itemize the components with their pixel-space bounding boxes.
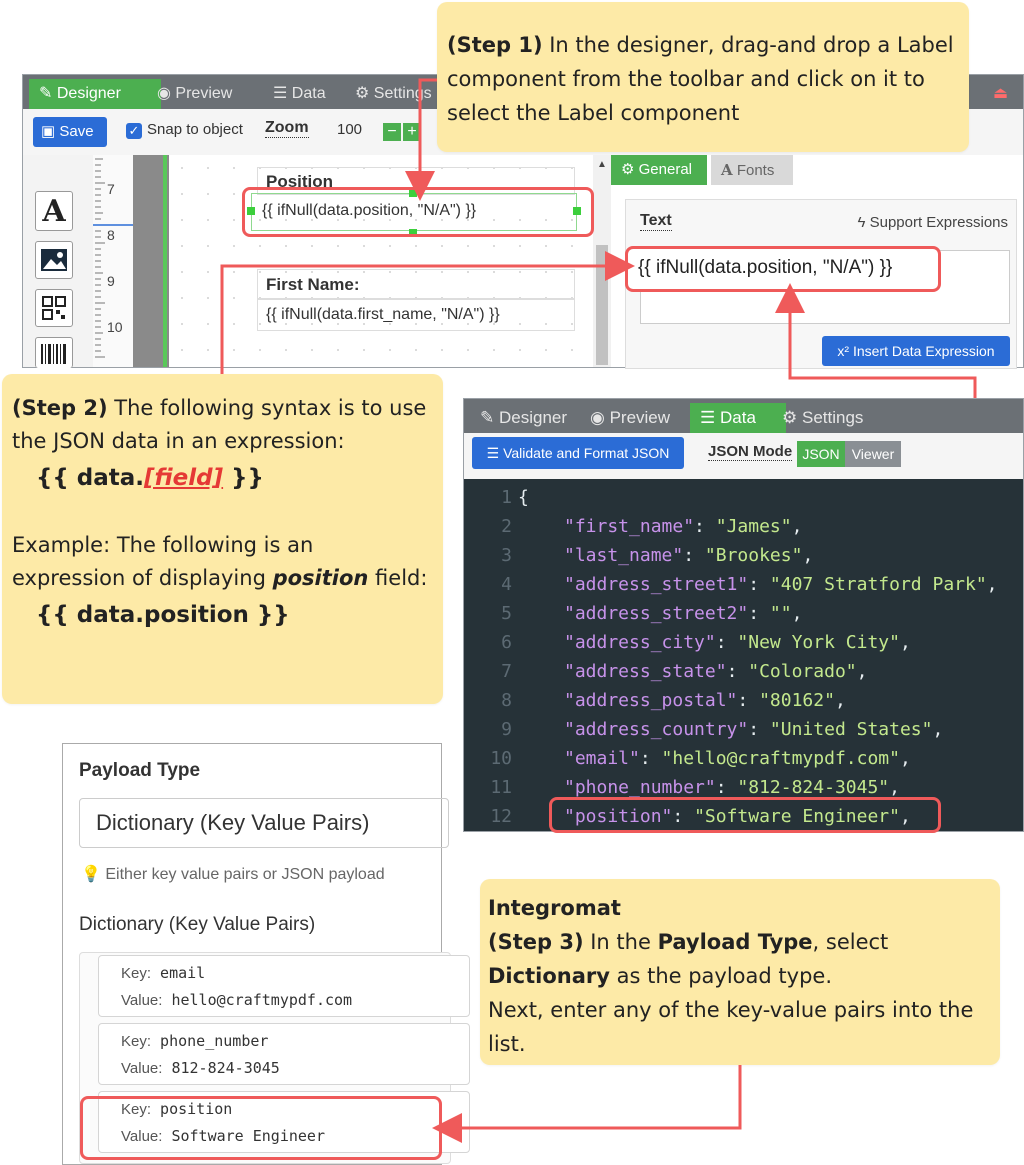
arrow-step1-to-canvas — [405, 78, 437, 201]
arrow-json-to-textvalue — [775, 283, 977, 398]
connector-arrows — [220, 78, 977, 1143]
arrow-step3-to-payload — [432, 1065, 742, 1143]
arrow-step2-to-textvalue — [220, 251, 635, 374]
